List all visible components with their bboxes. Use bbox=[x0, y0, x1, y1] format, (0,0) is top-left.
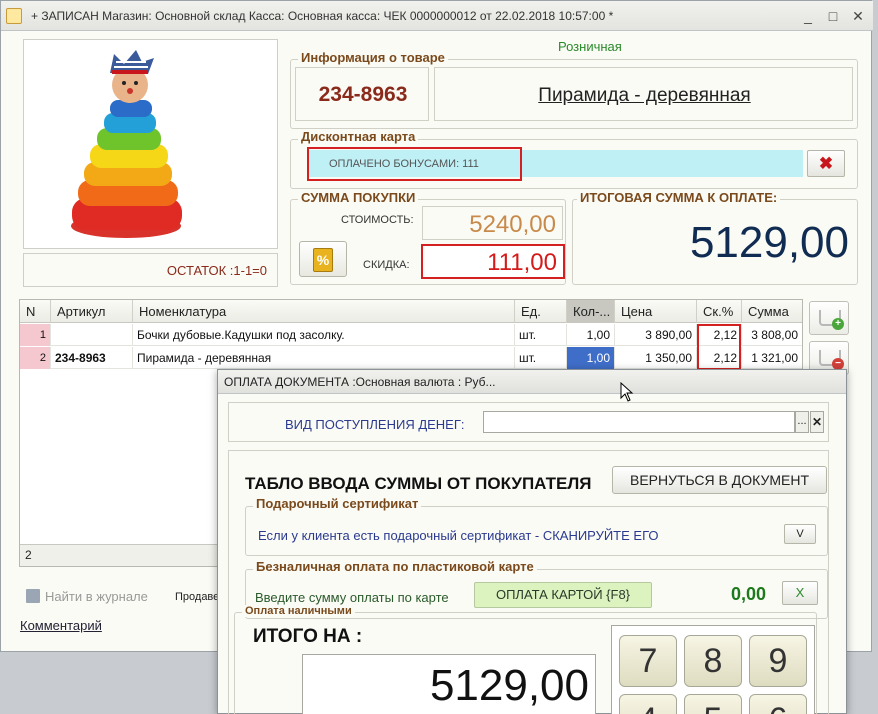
keypad: 7 8 9 4 5 6 bbox=[611, 625, 815, 714]
column-header-discount[interactable]: Ск.% bbox=[697, 300, 742, 323]
key-7[interactable]: 7 bbox=[619, 635, 677, 687]
table-header: N Артикул Номенклатура Ед. Кол-... Цена … bbox=[20, 300, 802, 323]
row-price: 3 890,00 bbox=[615, 324, 697, 346]
purchase-sum-title: СУММА ПОКУПКИ bbox=[298, 190, 419, 205]
money-type-input[interactable] bbox=[483, 411, 795, 433]
return-to-document-button[interactable]: ВЕРНУТЬСЯ В ДОКУМЕНТ bbox=[612, 466, 827, 494]
row-unit: шт. bbox=[515, 347, 567, 369]
total-on-label: ИТОГО НА : bbox=[253, 626, 363, 647]
cash-total-value: 5129,00 bbox=[429, 661, 589, 710]
close-button[interactable]: ✕ bbox=[848, 7, 868, 25]
card-payment-button[interactable]: ОПЛАТА КАРТОЙ {F8} bbox=[474, 582, 652, 608]
cash-total-box[interactable]: 5129,00 bbox=[302, 654, 596, 714]
row-sum: 3 808,00 bbox=[751, 328, 798, 342]
card-clear-button[interactable]: X bbox=[782, 581, 818, 605]
gift-certificate-text: Если у клиента есть подарочный сертифика… bbox=[258, 528, 659, 543]
maximize-button[interactable]: □ bbox=[823, 7, 843, 25]
discount-amount: 111,00 bbox=[487, 249, 557, 276]
row-price: 1 350,00 bbox=[615, 347, 697, 369]
discount-label: СКИДКА: bbox=[363, 259, 410, 271]
bonus-text: ОПЛАЧЕНО БОНУСАМИ: 111 bbox=[329, 158, 479, 170]
clear-discount-button[interactable]: ✖ bbox=[807, 150, 845, 177]
pyramid-toy-icon bbox=[71, 50, 182, 238]
discount-column-highlight bbox=[697, 324, 741, 370]
total-to-pay-title: ИТОГОВАЯ СУММА К ОПЛАТЕ: bbox=[577, 190, 781, 205]
article-box: 234-8963 bbox=[295, 67, 429, 121]
column-header-unit[interactable]: Ед. bbox=[515, 300, 567, 323]
row-number: 2 bbox=[20, 347, 51, 369]
row-name: Бочки дубовые.Кадушки под засолку. bbox=[133, 324, 515, 346]
payment-dialog: ОПЛАТА ДОКУМЕНТА :Основная валюта : Руб.… bbox=[217, 369, 847, 714]
promo-button[interactable]: % bbox=[299, 241, 347, 277]
title-bar[interactable]: + ЗАПИСАН Магазин: Основной склад Касса:… bbox=[1, 1, 873, 31]
app-icon bbox=[6, 8, 22, 24]
row-article: 234-8963 bbox=[51, 347, 133, 369]
column-header-sum[interactable]: Сумма bbox=[742, 300, 802, 323]
price-type-label: Розничная bbox=[558, 39, 622, 54]
add-to-cart-button[interactable]: + bbox=[809, 301, 849, 335]
card-payment-title: Безналичная оплата по пластиковой карте bbox=[253, 559, 537, 574]
comment-link[interactable]: Комментарий bbox=[20, 618, 102, 633]
minimize-button[interactable]: _ bbox=[798, 7, 818, 25]
product-info-title: Информация о товаре bbox=[298, 50, 448, 65]
cost-label: СТОИМОСТЬ: bbox=[341, 214, 414, 226]
column-header-name[interactable]: Номенклатура bbox=[133, 300, 515, 323]
card-payment-text: Введите сумму оплаты по карте bbox=[255, 590, 449, 605]
discount-card-title: Дисконтная карта bbox=[298, 129, 419, 144]
row-article bbox=[51, 324, 133, 346]
find-in-journal-link[interactable]: Найти в журнале bbox=[45, 589, 148, 604]
table-row[interactable]: 2 234-8963 Пирамида - деревянная шт. 1,0… bbox=[20, 347, 802, 369]
gift-certificate-button[interactable]: V bbox=[784, 524, 816, 544]
cost-value: 5240,00 bbox=[469, 211, 556, 238]
card-amount: 0,00 bbox=[731, 584, 767, 604]
row-number: 1 bbox=[20, 324, 51, 346]
cost-box: 5240,00 bbox=[422, 206, 563, 240]
screen: + ЗАПИСАН Магазин: Основной склад Касса:… bbox=[0, 0, 878, 714]
column-header-qty[interactable]: Кол-... bbox=[567, 300, 615, 323]
key-8[interactable]: 8 bbox=[684, 635, 742, 687]
cash-payment-title: Оплата наличными bbox=[242, 605, 355, 617]
window-title: + ЗАПИСАН Магазин: Основной склад Касса:… bbox=[31, 9, 614, 23]
column-header-n[interactable]: N bbox=[20, 300, 51, 323]
key-5[interactable]: 5 bbox=[684, 694, 742, 714]
row-count: 2 bbox=[25, 548, 32, 562]
total-to-pay-value: 5129,00 bbox=[689, 218, 849, 267]
key-4[interactable]: 4 bbox=[619, 694, 677, 714]
mouse-cursor-icon bbox=[620, 382, 634, 402]
column-header-price[interactable]: Цена bbox=[615, 300, 697, 323]
table-row[interactable]: 1 Бочки дубовые.Кадушки под засолку. шт.… bbox=[20, 324, 802, 346]
total-to-pay-group: 5129,00 bbox=[572, 199, 858, 285]
gift-certificate-title: Подарочный сертификат bbox=[253, 496, 422, 511]
plus-badge-icon: + bbox=[832, 318, 844, 330]
money-type-label: ВИД ПОСТУПЛЕНИЯ ДЕНЕГ: bbox=[285, 417, 465, 432]
bonus-highlight: ОПЛАЧЕНО БОНУСАМИ: 111 bbox=[307, 147, 522, 181]
row-sum: 1 321,00 bbox=[751, 351, 798, 365]
row-unit: шт. bbox=[515, 324, 567, 346]
row-name: Пирамида - деревянная bbox=[133, 347, 515, 369]
key-6[interactable]: 6 bbox=[749, 694, 807, 714]
row-qty-selected[interactable]: 1,00 bbox=[567, 347, 615, 369]
column-header-article[interactable]: Артикул bbox=[51, 300, 133, 323]
product-name[interactable]: Пирамида - деревянная bbox=[435, 85, 854, 107]
stock-panel: ОСТАТОК :1-1=0 bbox=[23, 253, 278, 287]
payment-title-bar[interactable]: ОПЛАТА ДОКУМЕНТА :Основная валюта : Руб.… bbox=[218, 370, 846, 402]
money-type-clear-button[interactable]: ✕ bbox=[810, 411, 824, 433]
article-value: 234-8963 bbox=[318, 83, 408, 106]
money-type-select-button[interactable]: ... bbox=[795, 411, 809, 433]
product-name-box[interactable]: Пирамида - деревянная bbox=[434, 67, 853, 121]
discount-amount-box: 111,00 bbox=[421, 244, 565, 279]
payment-title: ОПЛАТА ДОКУМЕНТА :Основная валюта : Руб.… bbox=[224, 375, 496, 389]
money-type-panel: ВИД ПОСТУПЛЕНИЯ ДЕНЕГ: ... ✕ bbox=[228, 402, 829, 442]
seller-label: Продаве bbox=[175, 591, 220, 603]
discount-percent-icon: % bbox=[313, 248, 333, 272]
gift-certificate-group: Если у клиента есть подарочный сертифика… bbox=[245, 506, 828, 556]
product-image bbox=[23, 39, 278, 249]
journal-icon bbox=[26, 589, 40, 603]
stock-label: ОСТАТОК :1-1=0 bbox=[166, 263, 267, 278]
board-title: ТАБЛО ВВОДА СУММЫ ОТ ПОКУПАТЕЛЯ bbox=[245, 474, 592, 493]
key-9[interactable]: 9 bbox=[749, 635, 807, 687]
row-qty[interactable]: 1,00 bbox=[567, 324, 615, 346]
